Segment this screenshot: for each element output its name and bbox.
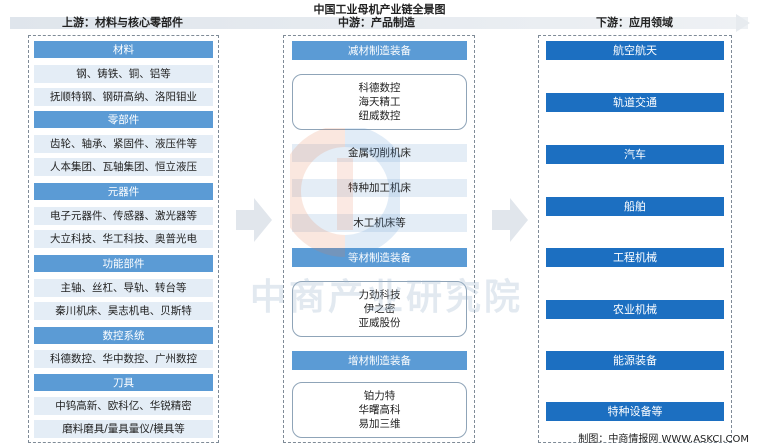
application-item: 能源装备 xyxy=(546,351,724,370)
category-components: 元器件 xyxy=(34,183,213,200)
list-item: 钢、铸铁、铜、铝等 xyxy=(34,65,213,83)
company-name: 伊之密 xyxy=(363,303,396,315)
list-item: 人本集团、瓦轴集团、恒立液压 xyxy=(34,158,213,176)
subtractive-companies-box: 科德数控 海天精工 纽威数控 xyxy=(292,74,467,130)
company-name: 易加三维 xyxy=(358,418,401,430)
midstream-column: 减材制造装备 科德数控 海天精工 纽威数控 金属切削机床 特种加工机床 木工机床… xyxy=(283,35,475,443)
flow-arrow-1 xyxy=(236,198,272,242)
list-item: 磨料磨具/量具量仪/模具等 xyxy=(34,420,213,438)
application-item: 农业机械 xyxy=(546,300,724,319)
application-item: 航空航天 xyxy=(546,41,724,60)
company-name: 华曙高科 xyxy=(358,404,401,416)
company-name: 力劲科技 xyxy=(358,289,401,301)
category-functional-parts: 功能部件 xyxy=(34,255,213,272)
company-name: 亚威股份 xyxy=(358,317,401,329)
category-tools: 刀具 xyxy=(34,374,213,391)
subtractive-equipment-header: 减材制造装备 xyxy=(292,41,467,60)
application-item: 轨道交通 xyxy=(546,93,724,112)
machine-type: 金属切削机床 xyxy=(292,144,467,162)
header-downstream: 下游：应用领域 xyxy=(596,16,673,29)
list-item: 大立科技、华工科技、奥普光电 xyxy=(34,230,213,248)
company-name: 纽威数控 xyxy=(358,110,401,122)
application-item: 船舶 xyxy=(546,197,724,216)
application-item: 工程机械 xyxy=(546,248,724,267)
list-item: 秦川机床、昊志机电、贝斯特 xyxy=(34,302,213,320)
company-name: 海天精工 xyxy=(358,96,401,108)
machine-type: 特种加工机床 xyxy=(292,179,467,197)
list-item: 抚顺特钢、钢研高纳、洛阳钼业 xyxy=(34,88,213,106)
source-credit: 制图：中商情报网 WWW.ASKCI.COM xyxy=(578,434,749,445)
category-cnc-system: 数控系统 xyxy=(34,327,213,344)
list-item: 科德数控、华中数控、广州数控 xyxy=(34,350,213,368)
list-item: 电子元器件、传感器、激光器等 xyxy=(34,207,213,225)
chart-title: 中国工业母机产业链全景图 xyxy=(313,3,446,16)
machine-type: 木工机床等 xyxy=(292,214,467,232)
application-item: 汽车 xyxy=(546,145,724,164)
upstream-column: 材料 钢、铸铁、铜、铝等 抚顺特钢、钢研高纳、洛阳钼业 零部件 齿轮、轴承、紧固… xyxy=(28,35,219,443)
flow-bar-arrowhead xyxy=(736,14,750,32)
additive-equipment-header: 增材制造装备 xyxy=(292,351,467,370)
equal-companies-box: 力劲科技 伊之密 亚威股份 xyxy=(292,281,467,337)
list-item: 主轴、丝杠、导轨、转台等 xyxy=(34,279,213,297)
header-upstream: 上游：材料与核心零部件 xyxy=(62,16,183,29)
flow-arrow-2 xyxy=(492,198,528,242)
header-midstream: 中游：产品制造 xyxy=(338,16,415,29)
additive-companies-box: 铂力特 华曙高科 易加三维 xyxy=(292,382,467,438)
category-parts: 零部件 xyxy=(34,111,213,128)
application-item: 特种设备等 xyxy=(546,402,724,421)
downstream-column: 航空航天 轨道交通 汽车 船舶 工程机械 农业机械 能源装备 特种设备等 xyxy=(538,35,732,443)
list-item: 中钨高新、欧科亿、华锐精密 xyxy=(34,397,213,415)
company-name: 铂力特 xyxy=(363,390,396,402)
equal-equipment-header: 等材制造装备 xyxy=(292,248,467,267)
list-item: 齿轮、轴承、紧固件、液压件等 xyxy=(34,135,213,153)
company-name: 科德数控 xyxy=(358,82,401,94)
category-materials: 材料 xyxy=(34,41,213,58)
